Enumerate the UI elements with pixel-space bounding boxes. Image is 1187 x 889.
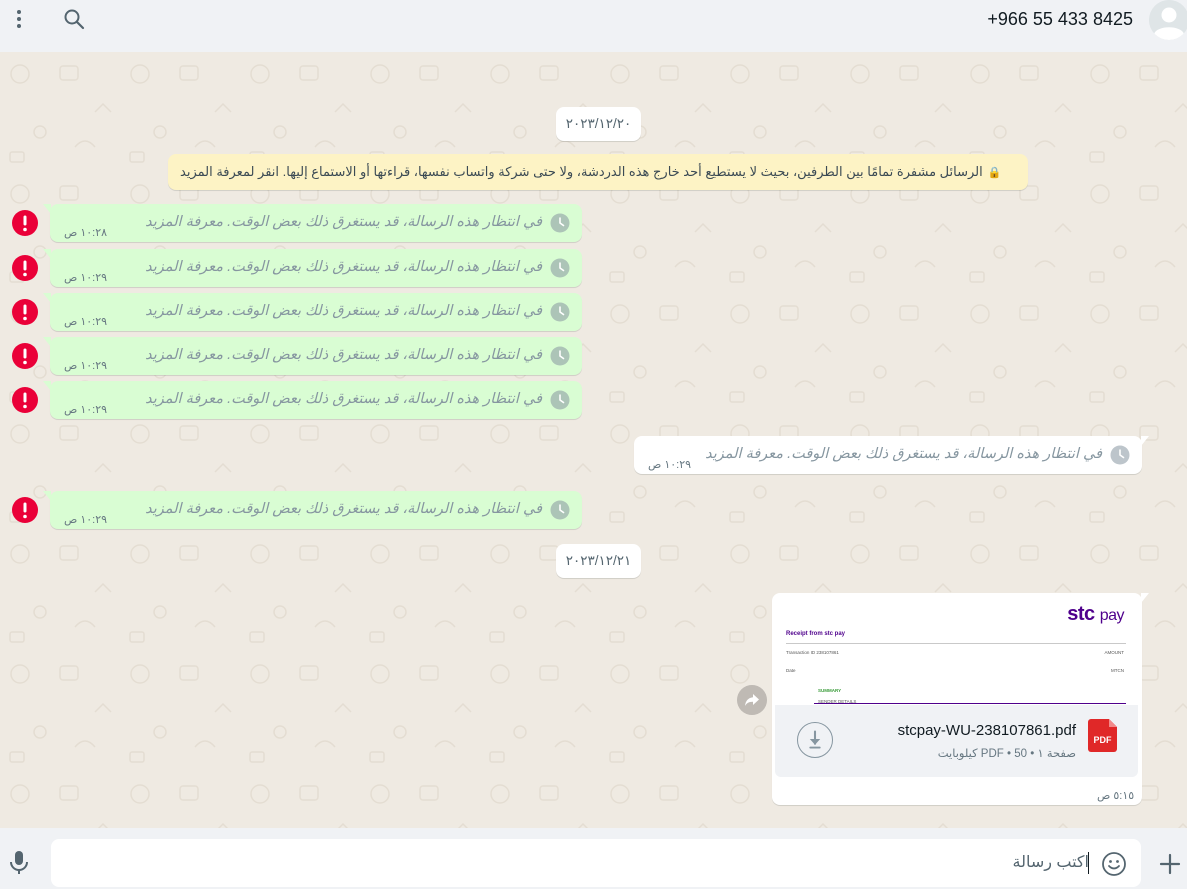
pending-text[interactable]: في انتظار هذه الرسالة، قد يستغرق ذلك بعض… <box>145 347 542 363</box>
message-time: ١٠:٢٩ ص <box>64 316 108 328</box>
document-preview[interactable]: stc pay Receipt from stc pay Transaction… <box>776 597 1138 705</box>
search-icon[interactable] <box>62 7 86 31</box>
contact-name[interactable]: +966 55 433 8425 <box>987 9 1133 30</box>
bubble-tail <box>1141 593 1149 603</box>
document-file-name[interactable]: stcpay-WU-238107861.pdf <box>898 722 1076 739</box>
error-icon[interactable] <box>11 298 39 326</box>
lock-icon: 🔒 <box>987 166 1002 179</box>
message-time: ٥:١٥ ص <box>1097 790 1135 802</box>
message-bubble[interactable]: في انتظار هذه الرسالة، قد يستغرق ذلك بعض… <box>43 491 582 529</box>
preview-transaction: Transaction ID 238107861 <box>786 650 839 655</box>
clock-icon <box>550 390 570 410</box>
pending-text[interactable]: في انتظار هذه الرسالة، قد يستغرق ذلك بعض… <box>705 446 1102 462</box>
message-bubble-incoming[interactable]: في انتظار هذه الرسالة، قد يستغرق ذلك بعض… <box>634 436 1149 474</box>
preview-amount: AMOUNT <box>1104 650 1125 655</box>
avatar[interactable] <box>1149 0 1187 40</box>
stcpay-logo: stc pay <box>1067 603 1124 625</box>
message-time: ١٠:٢٩ ص <box>64 272 108 284</box>
error-icon[interactable] <box>11 386 39 414</box>
bubble-tail <box>43 204 51 214</box>
clock-icon <box>550 258 570 278</box>
bubble-tail <box>43 337 51 347</box>
clock-icon <box>550 302 570 322</box>
bubble-tail <box>1141 436 1149 446</box>
date-separator: ٢٠٢٣/١٢/٢٠ <box>556 107 641 141</box>
bubble-tail <box>43 381 51 391</box>
date-separator: ٢٠٢٣/١٢/٢١ <box>556 544 641 578</box>
chat-area[interactable]: ٢٠٢٣/١٢/٢٠ 🔒 الرسائل مشفرة تمامًا بين ال… <box>0 52 1187 828</box>
mic-icon[interactable] <box>8 850 30 876</box>
pending-text[interactable]: في انتظار هذه الرسالة، قد يستغرق ذلك بعض… <box>145 501 542 517</box>
message-bubble[interactable]: في انتظار هذه الرسالة، قد يستغرق ذلك بعض… <box>43 381 582 419</box>
emoji-icon[interactable] <box>1101 851 1127 877</box>
preview-heading: Receipt from stc pay <box>786 631 846 637</box>
message-bubble[interactable]: في انتظار هذه الرسالة، قد يستغرق ذلك بعض… <box>43 249 582 287</box>
preview-date: Date <box>786 668 796 673</box>
preview-summary: SUMMARY <box>818 688 842 693</box>
bubble-tail <box>43 249 51 259</box>
text-caret <box>1088 852 1089 874</box>
pending-text[interactable]: في انتظار هذه الرسالة، قد يستغرق ذلك بعض… <box>145 303 542 319</box>
message-time: ١٠:٢٩ ص <box>648 459 692 471</box>
pending-text[interactable]: في انتظار هذه الرسالة، قد يستغرق ذلك بعض… <box>145 391 542 407</box>
message-input[interactable] <box>61 839 1089 887</box>
bubble-tail <box>43 293 51 303</box>
encryption-notice-text: الرسائل مشفرة تمامًا بين الطرفين، بحيث ل… <box>180 164 983 179</box>
clock-icon <box>1110 445 1130 465</box>
forward-icon[interactable] <box>737 685 767 715</box>
message-input-box[interactable] <box>51 839 1141 887</box>
preview-rule <box>814 703 1126 704</box>
pdf-icon: PDF <box>1088 719 1117 752</box>
message-time: ١٠:٢٨ ص <box>64 227 108 239</box>
avatar-icon <box>1149 0 1187 40</box>
menu-icon[interactable] <box>8 8 30 30</box>
bubble-tail <box>43 491 51 501</box>
document-message[interactable]: stc pay Receipt from stc pay Transaction… <box>772 593 1149 805</box>
clock-icon <box>550 213 570 233</box>
download-icon[interactable] <box>797 722 833 758</box>
clock-icon <box>550 500 570 520</box>
message-bubble[interactable]: في انتظار هذه الرسالة، قد يستغرق ذلك بعض… <box>43 293 582 331</box>
preview-mtcn: MTCN <box>1111 668 1124 673</box>
preview-divider <box>786 643 1126 644</box>
message-time: ١٠:٢٩ ص <box>64 404 108 416</box>
error-icon[interactable] <box>11 254 39 282</box>
pending-text[interactable]: في انتظار هذه الرسالة، قد يستغرق ذلك بعض… <box>145 214 542 230</box>
error-icon[interactable] <box>11 209 39 237</box>
svg-text:PDF: PDF <box>1094 735 1113 745</box>
clock-icon <box>550 346 570 366</box>
chat-header: +966 55 433 8425 <box>0 0 1187 52</box>
document-info-bar[interactable]: stcpay-WU-238107861.pdf صفحة ١ • PDF • 5… <box>775 705 1138 777</box>
document-meta: صفحة ١ • PDF • 50 كيلوبايت <box>937 748 1076 760</box>
pending-text[interactable]: في انتظار هذه الرسالة، قد يستغرق ذلك بعض… <box>145 259 542 275</box>
message-time: ١٠:٢٩ ص <box>64 514 108 526</box>
encryption-notice[interactable]: 🔒 الرسائل مشفرة تمامًا بين الطرفين، بحيث… <box>168 154 1028 190</box>
composer-bar <box>0 828 1187 889</box>
error-icon[interactable] <box>11 496 39 524</box>
message-bubble[interactable]: في انتظار هذه الرسالة، قد يستغرق ذلك بعض… <box>43 337 582 375</box>
error-icon[interactable] <box>11 342 39 370</box>
plus-icon[interactable] <box>1158 852 1182 876</box>
message-bubble[interactable]: في انتظار هذه الرسالة، قد يستغرق ذلك بعض… <box>43 204 582 242</box>
message-time: ١٠:٢٩ ص <box>64 360 108 372</box>
